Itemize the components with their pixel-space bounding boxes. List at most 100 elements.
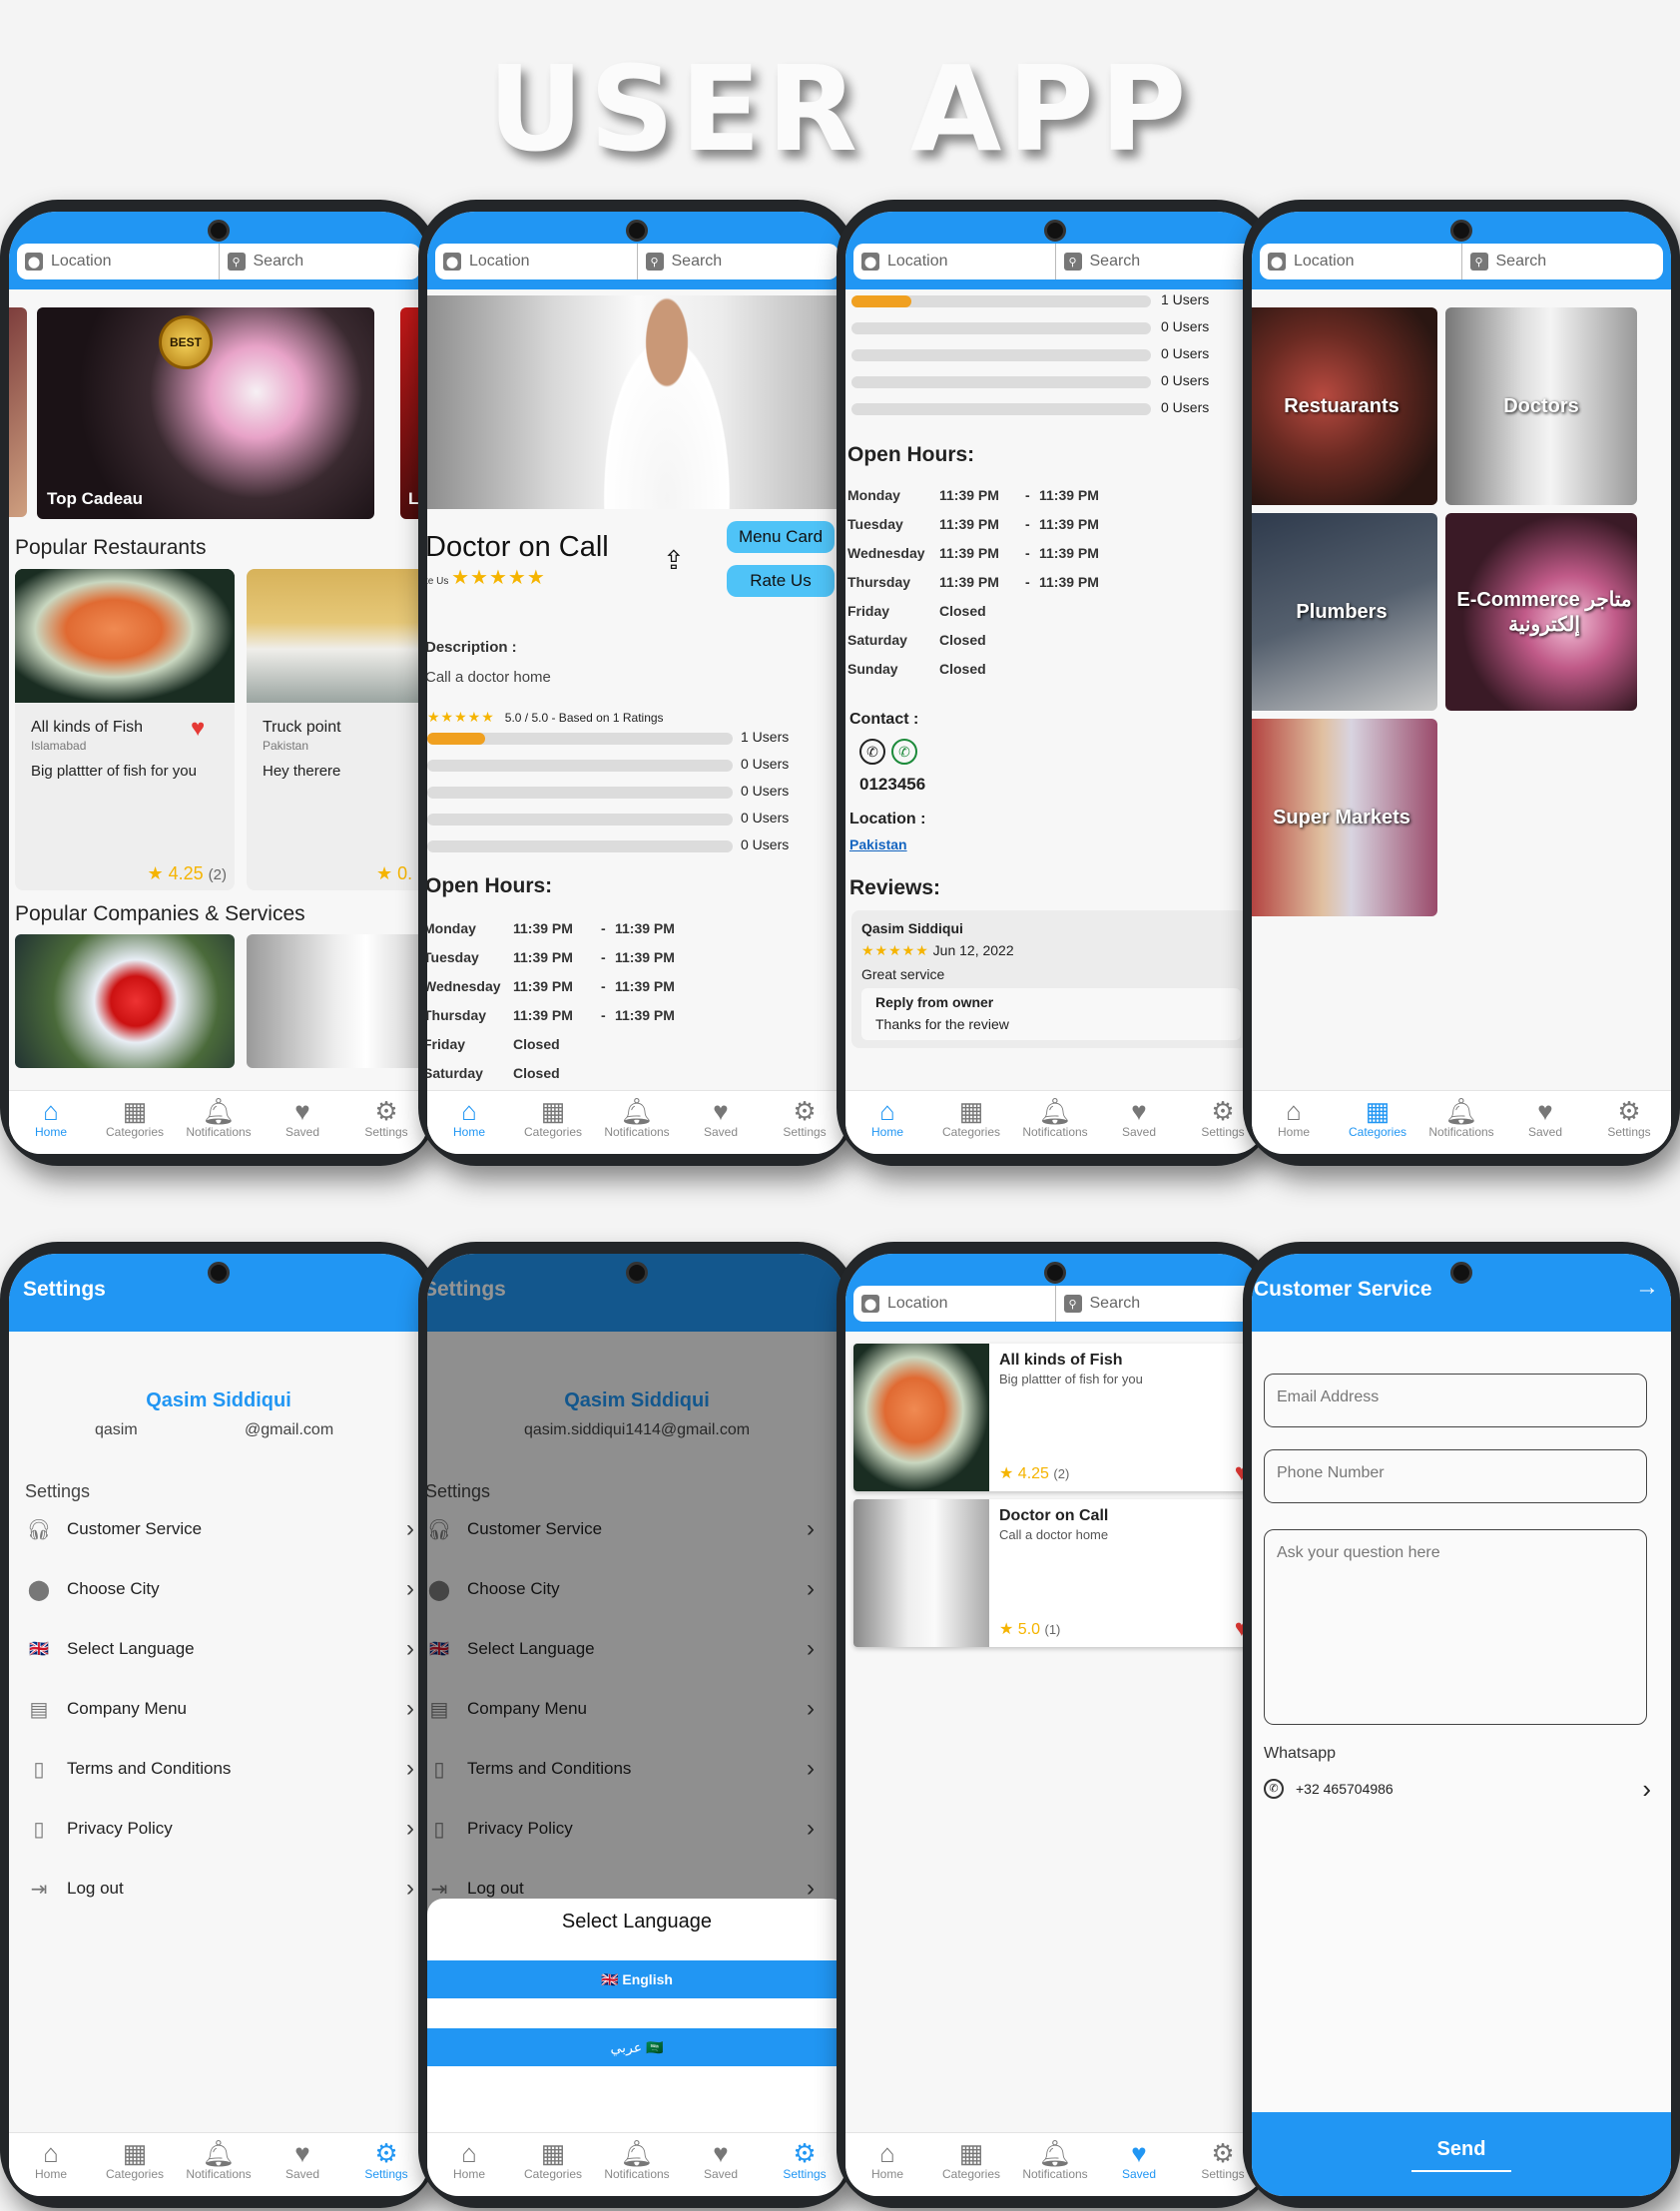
search-input[interactable]: ⚲ Search	[1462, 244, 1664, 279]
question-field[interactable]: Ask your question here	[1264, 1529, 1647, 1725]
nav-saved[interactable]: ♥ Saved	[679, 2133, 763, 2196]
nav-categories[interactable]: ▦ Categories	[1336, 1091, 1419, 1154]
search-input[interactable]: ⚲ Search	[220, 244, 421, 279]
banner-top-cadeau[interactable]: BEST Top Cadeau	[37, 307, 374, 519]
phone-call-icon[interactable]: ✆	[859, 739, 885, 765]
nav-saved[interactable]: ♥ Saved	[1503, 1091, 1587, 1154]
search-placeholder: Search	[671, 253, 723, 270]
nav-notifications[interactable]: 🔔︎ Notifications	[1419, 1091, 1503, 1154]
arabic-button[interactable]: عربي 🇸🇦	[427, 2028, 846, 2066]
banner-prev[interactable]	[9, 307, 27, 517]
nav-settings[interactable]: ⚙ Settings	[763, 2133, 846, 2196]
restaurant-card[interactable]: All kinds of Fish Islamabad ♥ Big plattt…	[15, 569, 235, 890]
nav-categories[interactable]: ▦ Categories	[511, 1091, 595, 1154]
settings-item-customer-service[interactable]: 🎧︎ Customer Service ›	[25, 1509, 414, 1549]
heart-icon[interactable]: ♥	[191, 715, 205, 743]
nav-home[interactable]: ⌂ Home	[9, 1091, 93, 1154]
nav-label: Notifications	[604, 1125, 670, 1139]
nav-settings[interactable]: ⚙ Settings	[344, 2133, 428, 2196]
nav-settings[interactable]: ⚙ Settings	[344, 1091, 428, 1154]
nav-label: Settings	[783, 1125, 827, 1139]
category-tile[interactable]: Super Markets	[1252, 719, 1437, 916]
nav-notifications[interactable]: 🔔︎ Notifications	[177, 1091, 261, 1154]
share-icon[interactable]: ⇪	[663, 545, 685, 576]
nav-label: Settings	[364, 2167, 408, 2181]
nav-categories[interactable]: ▦ Categories	[929, 1091, 1013, 1154]
nav-home[interactable]: ⌂ Home	[1252, 1091, 1336, 1154]
category-tile[interactable]: E-Commerce متاجر إلكترونية	[1445, 513, 1637, 711]
nav-saved[interactable]: ♥ Saved	[261, 2133, 344, 2196]
nav-home[interactable]: ⌂ Home	[845, 1091, 929, 1154]
page-title: USER APP	[487, 40, 1193, 178]
star-icon: ★	[999, 1621, 1014, 1638]
nav-notifications[interactable]: 🔔︎ Notifications	[1013, 1091, 1097, 1154]
whatsapp-row[interactable]: ✆ +32 465704986 ›	[1264, 1773, 1651, 1805]
saved-screen: ⬤ Location ⚲ Search All kinds of Fish Big …	[845, 1254, 1265, 2196]
nav-saved[interactable]: ♥ Saved	[679, 1091, 763, 1154]
saved-item[interactable]: All kinds of Fish Big plattter of fish f…	[853, 1344, 1257, 1491]
nav-categories[interactable]: ▦ Categories	[929, 2133, 1013, 2196]
nav-home[interactable]: ⌂ Home	[427, 1091, 511, 1154]
category-tile[interactable]: Doctors	[1445, 307, 1637, 505]
nav-label: Saved	[284, 2167, 320, 2181]
settings-item-company-menu[interactable]: ▤ Company Menu ›	[25, 1689, 414, 1729]
company-photo[interactable]	[247, 934, 428, 1068]
nav-notifications[interactable]: 🔔︎ Notifications	[595, 2133, 679, 2196]
arrow-right-icon[interactable]: →	[1635, 1274, 1659, 1302]
search-placeholder: Search	[253, 253, 304, 270]
bottom-nav: ⌂ Home ▦ Categories 🔔︎ Notifications ♥ Saved…	[427, 2132, 846, 2196]
camera-notch	[208, 1262, 230, 1284]
nav-categories[interactable]: ▦ Categories	[93, 2133, 177, 2196]
nav-home[interactable]: ⌂ Home	[427, 2133, 511, 2196]
nav-settings[interactable]: ⚙ Settings	[1587, 1091, 1671, 1154]
nav-saved[interactable]: ♥ Saved	[261, 1091, 344, 1154]
nav-home[interactable]: ⌂ Home	[9, 2133, 93, 2196]
location-link[interactable]: Pakistan	[849, 836, 907, 852]
location-placeholder: Location	[887, 253, 948, 270]
search-input[interactable]: ⚲ Search	[638, 244, 840, 279]
nav-home[interactable]: ⌂ Home	[845, 2133, 929, 2196]
search-input[interactable]: ⚲ Search	[1056, 1286, 1258, 1322]
location-input[interactable]: ⬤ Location	[435, 244, 638, 279]
email-field[interactable]: Email Address	[1264, 1374, 1647, 1427]
nav-notifications[interactable]: 🔔︎ Notifications	[177, 2133, 261, 2196]
phone-doctor: ⬤ Location ⚲ Search Doctor on Call te Us ★…	[418, 200, 855, 1166]
restaurant-card[interactable]: Truck point Pakistan Hey therere ★ 0.	[247, 569, 428, 890]
nav-categories[interactable]: ▦ Categories	[511, 2133, 595, 2196]
location-input[interactable]: ⬤ Location	[1260, 244, 1462, 279]
nav-settings[interactable]: ⚙ Settings	[763, 1091, 846, 1154]
settings-item-choose-city[interactable]: ⬤ Choose City ›	[25, 1569, 414, 1609]
settings-item-logout[interactable]: ⇥ Log out ›	[25, 1869, 414, 1909]
nav-saved[interactable]: ♥ Saved	[1097, 2133, 1181, 2196]
rate-us-button[interactable]: Rate Us	[727, 565, 835, 597]
location-label: Location :	[849, 811, 926, 828]
saved-item[interactable]: Doctor on Call Call a doctor home ★ 5.0 …	[853, 1499, 1257, 1647]
nav-categories[interactable]: ▦ Categories	[93, 1091, 177, 1154]
company-photo[interactable]	[15, 934, 235, 1068]
chevron-right-icon: ›	[406, 1755, 414, 1782]
rating-value: 4.25	[1017, 1465, 1049, 1482]
menu-card-button[interactable]: Menu Card	[727, 521, 835, 553]
customer-service-title: Customer Service	[1254, 1278, 1432, 1301]
location-input[interactable]: ⬤ Location	[853, 1286, 1056, 1322]
english-button[interactable]: 🇬🇧 English	[427, 1960, 846, 1998]
settings-item-select-language[interactable]: 🇬🇧 Select Language ›	[25, 1629, 414, 1669]
description-label: Description :	[427, 639, 517, 656]
nav-notifications[interactable]: 🔔︎ Notifications	[1013, 2133, 1097, 2196]
nav-saved[interactable]: ♥ Saved	[1097, 1091, 1181, 1154]
search-input[interactable]: ⚲ Search	[1056, 244, 1258, 279]
category-tile[interactable]: Restuarants	[1252, 307, 1437, 505]
send-button[interactable]: Send	[1411, 2138, 1511, 2172]
nav-notifications[interactable]: 🔔︎ Notifications	[595, 1091, 679, 1154]
search-icon: ⚲	[645, 253, 664, 271]
phone-field[interactable]: Phone Number	[1264, 1449, 1647, 1503]
settings-item-privacy[interactable]: ▯ Privacy Policy ›	[25, 1809, 414, 1849]
location-input[interactable]: ⬤ Location	[853, 244, 1056, 279]
settings-item-terms[interactable]: ▯ Terms and Conditions ›	[25, 1749, 414, 1789]
category-tile[interactable]: Plumbers	[1252, 513, 1437, 711]
nav-label: Settings	[1607, 1125, 1651, 1139]
location-input[interactable]: ⬤ Location	[17, 244, 220, 279]
whatsapp-icon[interactable]: ✆	[891, 739, 917, 765]
settings-icon: ⚙	[1617, 1096, 1641, 1126]
reviewer-name: Qasim Siddiqui	[861, 920, 963, 936]
